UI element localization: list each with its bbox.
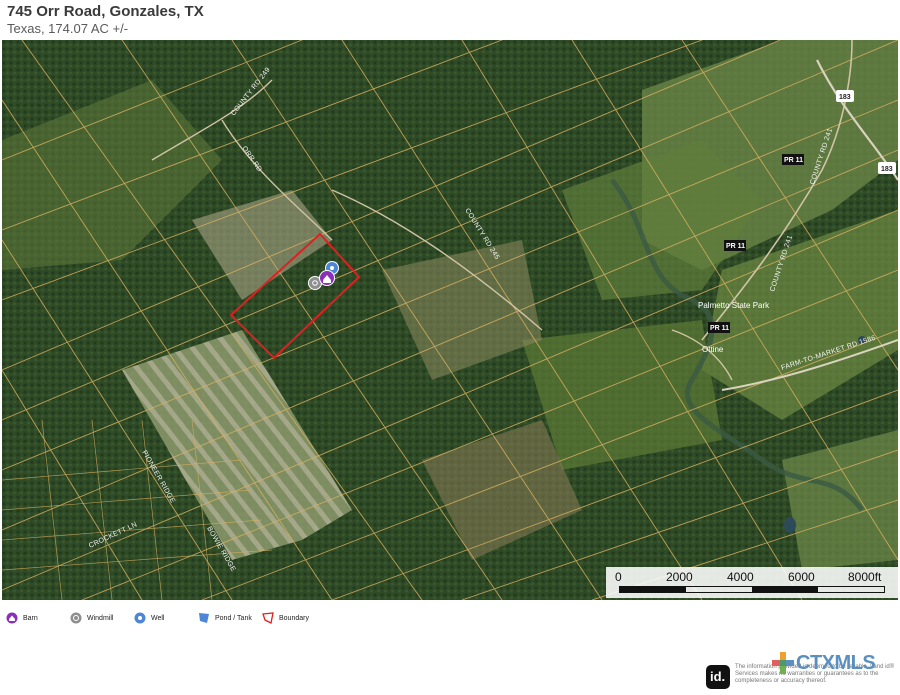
map-canvas: COUNTY RD 249 ORR RD COUNTY RD 245 COUNT…: [2, 40, 898, 600]
shield-pr11-a: PR 11: [782, 154, 804, 165]
legend-well-label: Well: [151, 614, 165, 622]
legend-boundary-label: Boundary: [279, 614, 309, 622]
legend-pond: Pond / Tank: [198, 610, 252, 626]
legend-boundary: Boundary: [262, 610, 309, 626]
shield-183-north: 183: [836, 90, 854, 102]
scale-label-2000: 2000: [666, 570, 693, 584]
well-icon: [330, 266, 334, 270]
scale-label-6000: 6000: [788, 570, 815, 584]
legend-windmill: Windmill: [70, 610, 113, 626]
pond: [784, 517, 796, 533]
shield-pr11-c: PR 11: [708, 322, 730, 333]
map-header: 745 Orr Road, Gonzales, TX Texas, 174.07…: [7, 3, 204, 37]
scale-bar: 0 2000 4000 6000 8000ft: [606, 567, 898, 598]
legend-well: Well: [134, 610, 164, 626]
boundary-icon: [262, 612, 274, 624]
shield-pr11-b: PR 11: [724, 240, 746, 251]
ctxmls-brand-text: CTXMLS: [796, 651, 876, 674]
shield-pr11a-text: PR 11: [784, 157, 803, 164]
satellite-map[interactable]: COUNTY RD 249 ORR RD COUNTY RD 245 COUNT…: [2, 40, 898, 600]
legend-windmill-label: Windmill: [87, 614, 114, 622]
page-title: 745 Orr Road, Gonzales, TX: [7, 3, 204, 20]
scale-label-0: 0: [615, 570, 622, 584]
shield-183b-text: 183: [881, 166, 893, 173]
shield-pr11c-text: PR 11: [710, 325, 729, 332]
pond-icon: [199, 613, 209, 623]
scale-track: [619, 586, 885, 593]
label-palmetto-state-park: Palmetto State Park: [698, 301, 770, 310]
well-icon: [134, 612, 146, 624]
land-id-logo-text: id.: [710, 669, 726, 684]
scale-label-8000: 8000ft: [848, 570, 882, 584]
land-id-logo: id.: [706, 665, 730, 689]
barn-icon: [6, 612, 18, 624]
shield-183-east: 183: [878, 162, 896, 174]
ctxmls-cross-icon: [772, 652, 794, 674]
shield-183-text: 183: [839, 94, 851, 101]
legend-barn-label: Barn: [23, 614, 38, 622]
ctxmls-logo: CTXMLS: [772, 651, 876, 675]
scale-label-4000: 4000: [727, 570, 754, 584]
legend-pond-label: Pond / Tank: [215, 614, 252, 622]
label-ottine: Ottine: [702, 345, 724, 354]
shield-pr11b-text: PR 11: [726, 243, 745, 250]
page-subtitle: Texas, 174.07 AC +/-: [7, 21, 129, 36]
legend-barn: Barn: [6, 610, 38, 626]
windmill-icon: [70, 612, 82, 624]
